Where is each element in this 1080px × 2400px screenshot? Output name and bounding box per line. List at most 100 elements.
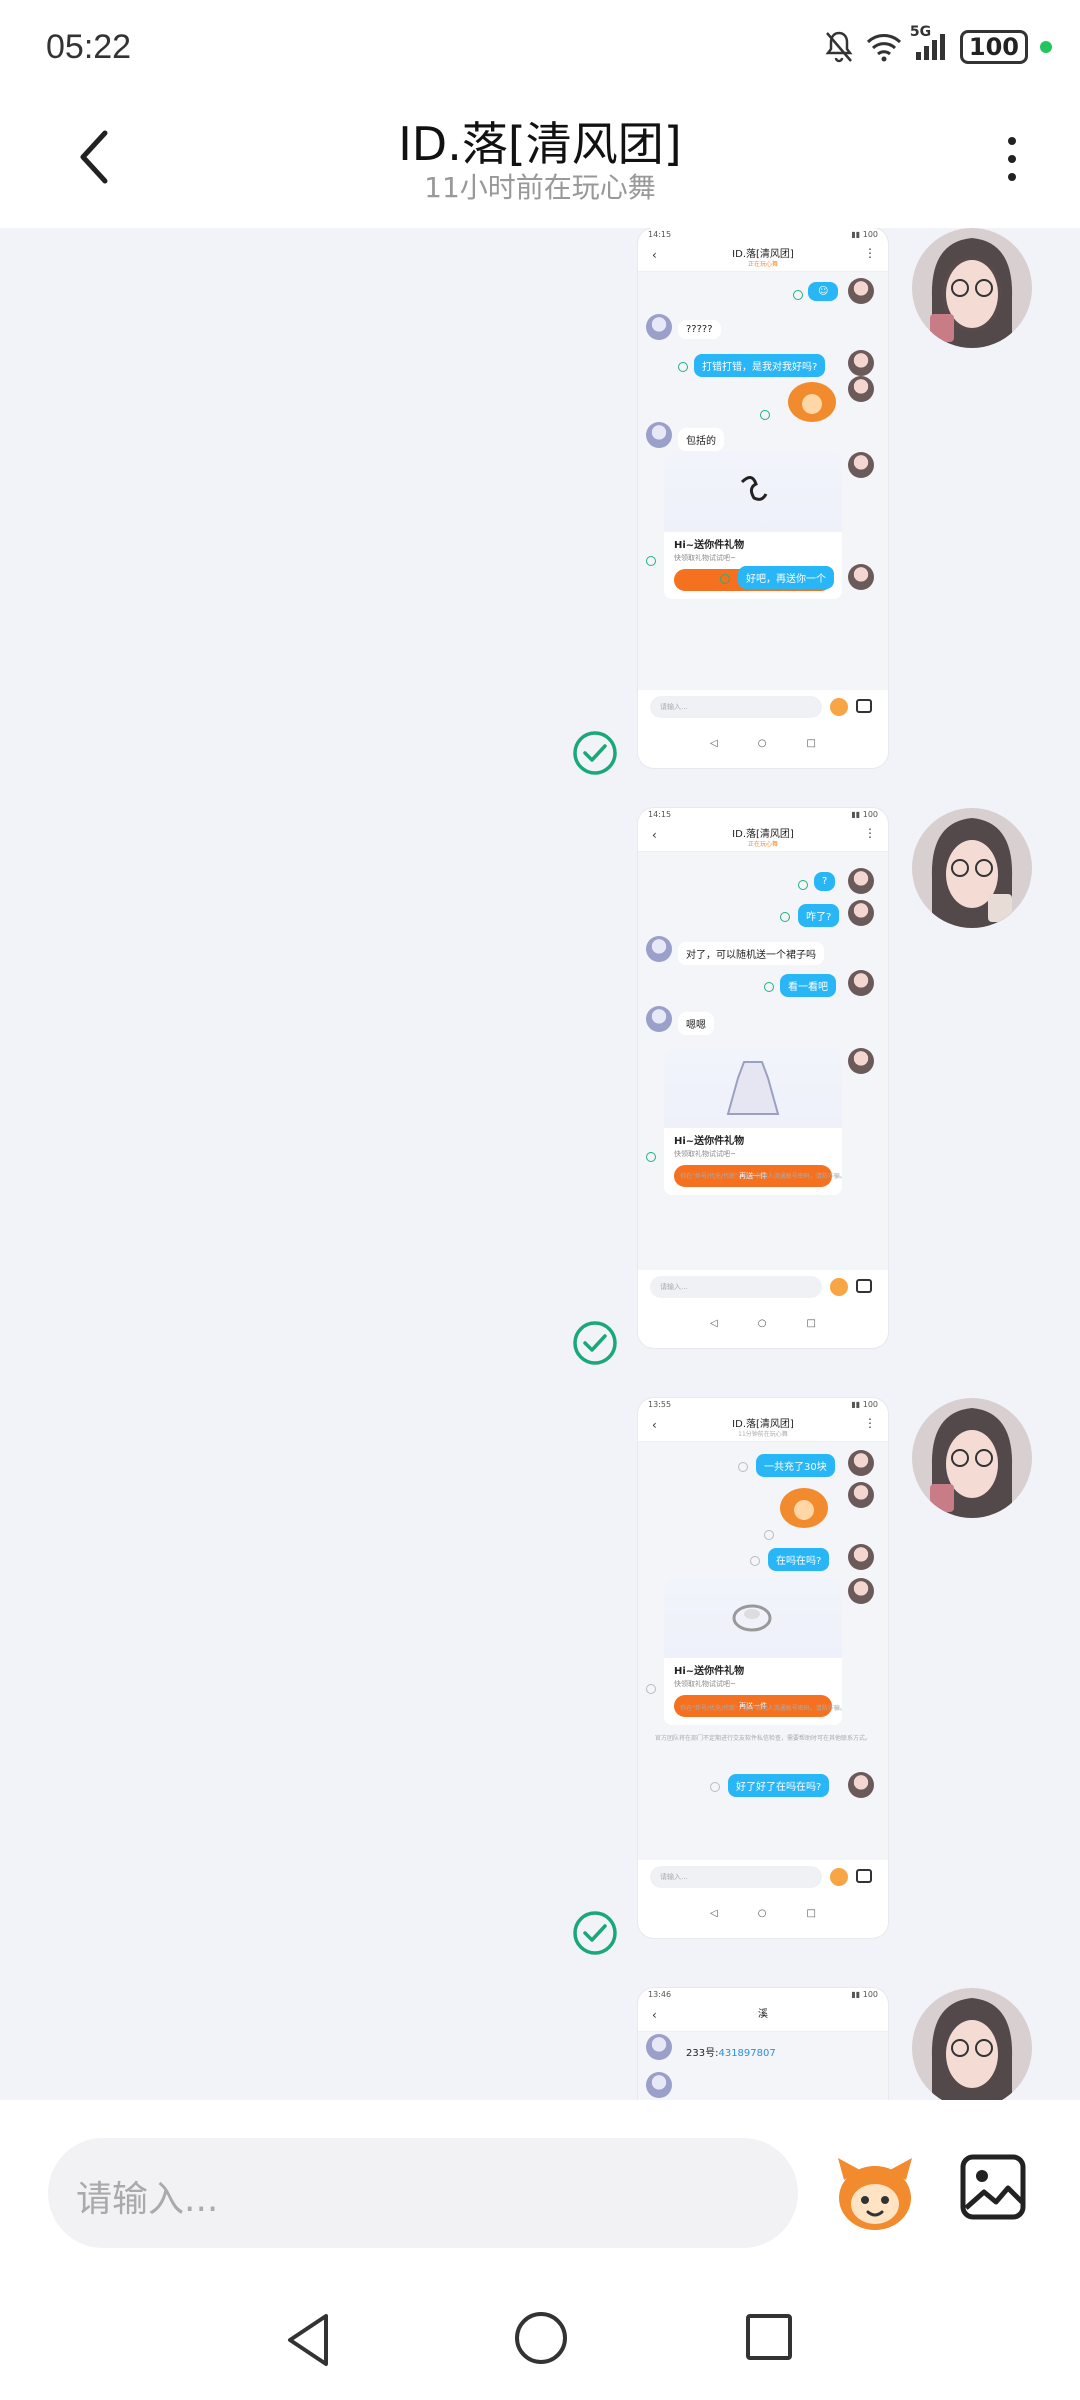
sender-avatar[interactable] — [912, 1988, 1032, 2100]
mini-read-check — [646, 1684, 656, 1694]
mini-input-bar: 请输入... — [638, 1860, 888, 1894]
mini-avatar — [848, 1544, 874, 1570]
mini-bubble-link: 431897807 — [718, 2048, 776, 2059]
mini-notice: 你在"炸号/代充/代练"，骗子和他人流通账号密码，请防诈骗。 — [680, 1705, 846, 1712]
mini-input-field: 请输入... — [650, 696, 822, 718]
mini-avatar — [646, 2072, 672, 2098]
chat-screenshot-image[interactable]: 14:15 ▮▮ 100 ‹ ID.落[清风团] 正在玩心舞 ⋮ ? 咋了? 对了… — [638, 808, 888, 1348]
privacy-indicator-dot — [1040, 41, 1052, 53]
mini-read-check — [738, 1462, 748, 1472]
mini-read-check — [793, 290, 803, 300]
more-options-button[interactable] — [992, 124, 1032, 194]
mini-sticker — [788, 382, 836, 422]
mini-read-check — [760, 410, 770, 420]
mini-title: ID.落[清风团] — [732, 1419, 794, 1430]
mini-bubble-right: 咋了? — [798, 904, 840, 927]
mini-avatar — [848, 1772, 874, 1798]
mini-avatar — [646, 936, 672, 962]
chat-screenshot-image[interactable]: 13:46 ▮▮ 100 ‹ 溪 233号:431897807 — [638, 1988, 888, 2100]
mini-image-icon — [856, 1869, 872, 1883]
mini-status-icons: ▮▮ 100 — [851, 810, 878, 819]
mini-bubble-right: 在吗在吗? — [768, 1548, 830, 1571]
mini-bubble-text: 233号: — [686, 2048, 719, 2059]
mini-bubble-left: ????? — [678, 320, 721, 339]
mini-input-field: 请输入... — [650, 1866, 822, 1888]
mini-subtitle: 正在玩心舞 — [747, 841, 778, 848]
mini-title: ID.落[清风团] — [732, 249, 794, 260]
mini-avatar — [646, 2034, 672, 2060]
nav-home-button[interactable] — [515, 2312, 567, 2364]
mini-gift-card: Hi~送你件礼物 快领取礼物试试吧~ 再送一件 — [664, 1578, 842, 1725]
mini-gift-desc: 快领取礼物试试吧~ — [674, 1680, 736, 1688]
mini-input-field: 请输入... — [650, 1276, 822, 1298]
sticker-button[interactable] — [832, 2150, 918, 2236]
mini-emoji-icon — [830, 1278, 848, 1296]
mini-bubble-left: 233号:431897807 — [678, 2040, 784, 2063]
mini-status-time: 13:55 — [648, 1400, 672, 1409]
mini-status-icons: ▮▮ 100 — [851, 1990, 878, 1999]
wifi-icon — [866, 32, 902, 62]
mini-read-check — [764, 1530, 774, 1540]
mini-bubble-left: 嗯嗯 — [678, 1012, 714, 1035]
mini-avatar — [848, 452, 874, 478]
mini-more-icon: ⋮ — [864, 246, 876, 260]
read-check-icon — [573, 731, 617, 775]
status-icons: 5G 100 — [824, 24, 1052, 64]
nav-recents-button[interactable] — [746, 2314, 792, 2360]
mini-bubble-right: 好了好了在吗在吗? — [728, 1774, 830, 1797]
mini-gift-title: Hi~送你件礼物 — [674, 1136, 745, 1147]
mini-input-bar: 请输入... — [638, 690, 888, 724]
message-input[interactable]: 请输入... — [48, 2138, 798, 2248]
mini-avatar — [848, 1482, 874, 1508]
mini-read-check — [764, 982, 774, 992]
mini-read-check — [720, 574, 730, 584]
triangle-back-icon — [288, 2314, 328, 2366]
mini-bubble-right: 看一看吧 — [780, 974, 836, 997]
sender-avatar[interactable] — [912, 1398, 1032, 1518]
sender-avatar[interactable] — [912, 228, 1032, 348]
chat-screenshot-image[interactable]: 13:55 ▮▮ 100 ‹ ID.落[清风团] 11分钟前在玩心舞 ⋮ 一共充了… — [638, 1398, 888, 1938]
mini-subtitle: 正在玩心舞 — [747, 261, 778, 268]
contact-name: ID.落[清风团] — [398, 117, 682, 171]
mini-bubble-left: 包括的 — [678, 428, 724, 451]
mini-image-icon — [856, 1279, 872, 1293]
chat-messages-area[interactable]: 14:15 ▮▮ 100 ‹ ID.落[清风团] 正在玩心舞 ⋮ ☺ ????? … — [0, 228, 1080, 2100]
mini-gift-title: Hi~送你件礼物 — [674, 1666, 745, 1677]
mini-title: 溪 — [758, 2009, 768, 2020]
system-nav-bar — [0, 2280, 1080, 2400]
mini-input-bar: 请输入... — [638, 1270, 888, 1304]
image-picker-button[interactable] — [958, 2152, 1028, 2222]
nav-back-button[interactable] — [280, 2310, 340, 2370]
mini-status-icons: ▮▮ 100 — [851, 1400, 878, 1409]
mini-notice: 你在"炸号/代充/代练"，骗子和他人流通账号密码，请防诈骗。 — [680, 1173, 846, 1180]
mini-avatar — [848, 1578, 874, 1604]
read-check-icon — [573, 1911, 617, 1955]
message-input-bar: 请输入... — [0, 2100, 1080, 2280]
mini-more-icon: ⋮ — [864, 826, 876, 840]
mini-bubble-right: 好吧，再送你一个 — [738, 566, 834, 589]
mini-notice-2: 官方团队将在部门不定期进行交友软件私信检查，需要帮助时可在其他联系方式。 — [654, 1735, 871, 1742]
mini-read-check — [646, 1152, 656, 1162]
mini-status-time: 14:15 — [648, 230, 672, 239]
sender-avatar[interactable] — [912, 808, 1032, 928]
mini-avatar — [848, 278, 874, 304]
mini-more-icon: ⋮ — [864, 1416, 876, 1430]
mini-status-time: 14:15 — [648, 810, 672, 819]
image-icon — [960, 2154, 1026, 2220]
mini-read-check — [646, 556, 656, 566]
battery-indicator: 100 — [959, 30, 1028, 64]
mini-read-check — [798, 880, 808, 890]
contact-status: 11小时前在玩心舞 — [424, 171, 656, 204]
mini-bubble-right: 一共充了30块 — [756, 1454, 835, 1477]
mini-sticker — [780, 1488, 828, 1528]
mini-bubble-right: ? — [814, 872, 836, 891]
mini-gift-image — [664, 1048, 842, 1128]
status-time: 05:22 — [46, 28, 132, 66]
cell-signal-icon: 5G — [910, 24, 948, 62]
mini-gift-image — [664, 1578, 842, 1658]
mini-avatar — [646, 1006, 672, 1032]
dot — [1008, 137, 1016, 145]
chat-header: ID.落[清风团] 11小时前在玩心舞 — [0, 100, 1080, 228]
chat-screenshot-image[interactable]: 14:15 ▮▮ 100 ‹ ID.落[清风团] 正在玩心舞 ⋮ ☺ ????? … — [638, 228, 888, 768]
mini-avatar — [848, 1450, 874, 1476]
